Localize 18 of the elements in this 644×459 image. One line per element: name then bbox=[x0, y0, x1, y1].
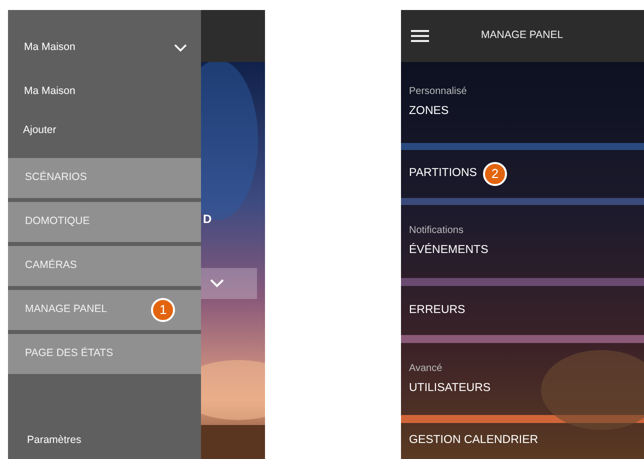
account-selector[interactable]: Ma Maison bbox=[24, 40, 187, 56]
dropdown-field[interactable] bbox=[200, 268, 257, 299]
account-item[interactable]: Ajouter bbox=[23, 122, 56, 138]
list-row[interactable]: PARTITIONS 2 bbox=[401, 150, 644, 198]
list-row[interactable]: ERREURS bbox=[401, 287, 644, 335]
account-item[interactable]: Ma Maison bbox=[24, 84, 76, 100]
menu-icon[interactable] bbox=[411, 30, 429, 42]
screen-title: MANAGE PANEL bbox=[481, 28, 564, 44]
text-fragment: D bbox=[203, 211, 212, 228]
chevron-down-icon bbox=[174, 44, 187, 52]
settings-link[interactable]: Paramètres bbox=[27, 433, 82, 449]
number-badge: 1 bbox=[151, 298, 176, 322]
list-row[interactable]: Notifications ÉVÉNEMENTS bbox=[401, 205, 644, 278]
list-row[interactable]: Personnalisé ZONES bbox=[401, 62, 644, 143]
list-row[interactable]: Avancé UTILISATEURS bbox=[401, 343, 644, 415]
list-row[interactable]: GESTION CALENDRIER bbox=[401, 423, 644, 459]
chevron-down-icon bbox=[210, 279, 224, 288]
menu-item[interactable]: MANAGE PANEL 1 bbox=[8, 290, 201, 330]
